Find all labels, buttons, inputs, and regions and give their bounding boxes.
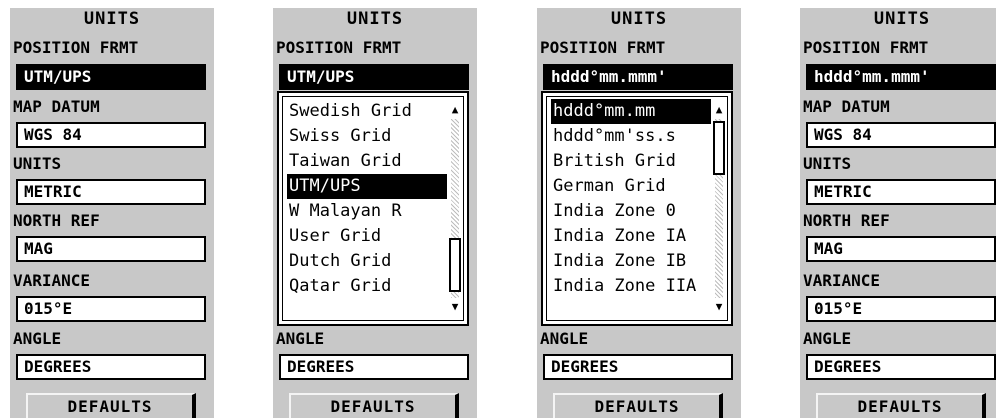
list-item[interactable]: Qatar Grid bbox=[287, 274, 447, 299]
position-format-label: POSITION FRMT bbox=[13, 38, 139, 57]
page-title: UNITS bbox=[873, 9, 931, 29]
variance-field[interactable]: 015°E bbox=[806, 296, 996, 322]
position-format-field[interactable]: hddd°mm.mmm' bbox=[806, 64, 996, 90]
scrollbar[interactable]: ▲ ▼ bbox=[713, 103, 725, 314]
dropdown-items: Swedish Grid Swiss Grid Taiwan Grid UTM/… bbox=[287, 99, 447, 299]
list-item[interactable]: India Zone 0 bbox=[551, 199, 711, 224]
defaults-button[interactable]: DEFAULTS bbox=[816, 393, 986, 418]
list-item[interactable]: Dutch Grid bbox=[287, 249, 447, 274]
defaults-button[interactable]: DEFAULTS bbox=[289, 393, 459, 418]
scroll-up-arrow-icon[interactable]: ▲ bbox=[449, 103, 461, 117]
list-item[interactable]: Swiss Grid bbox=[287, 124, 447, 149]
map-datum-label: MAP DATUM bbox=[13, 97, 100, 116]
list-item[interactable]: India Zone IB bbox=[551, 249, 711, 274]
list-item[interactable]: India Zone IIA bbox=[551, 274, 711, 299]
defaults-button[interactable]: DEFAULTS bbox=[553, 393, 723, 418]
position-format-label: POSITION FRMT bbox=[803, 38, 929, 57]
angle-field[interactable]: DEGREES bbox=[279, 354, 469, 380]
list-item[interactable]: German Grid bbox=[551, 174, 711, 199]
position-format-field[interactable]: UTM/UPS bbox=[279, 64, 469, 90]
list-item[interactable]: User Grid bbox=[287, 224, 447, 249]
list-item[interactable]: Taiwan Grid bbox=[287, 149, 447, 174]
dropdown-items: hddd°mm.mm hddd°mm'ss.s British Grid Ger… bbox=[551, 99, 711, 299]
position-format-dropdown[interactable]: Swedish Grid Swiss Grid Taiwan Grid UTM/… bbox=[277, 91, 469, 326]
list-item[interactable]: India Zone IA bbox=[551, 224, 711, 249]
variance-field[interactable]: 015°E bbox=[16, 296, 206, 322]
position-format-dropdown[interactable]: hddd°mm.mm hddd°mm'ss.s British Grid Ger… bbox=[541, 91, 733, 326]
position-format-field[interactable]: hddd°mm.mmm' bbox=[543, 64, 733, 90]
units-screen-2: UNITS POSITION FRMT UTM/UPS Swedish Grid… bbox=[273, 8, 477, 418]
angle-label: ANGLE bbox=[276, 329, 325, 348]
north-ref-label: NORTH REF bbox=[803, 211, 890, 230]
scroll-up-arrow-icon[interactable]: ▲ bbox=[713, 103, 725, 117]
angle-label: ANGLE bbox=[540, 329, 589, 348]
list-item-selected[interactable]: UTM/UPS bbox=[287, 174, 447, 199]
units-field[interactable]: METRIC bbox=[16, 179, 206, 205]
page-title: UNITS bbox=[346, 9, 404, 29]
map-datum-field[interactable]: WGS 84 bbox=[16, 122, 206, 148]
variance-label: VARIANCE bbox=[803, 271, 881, 290]
angle-label: ANGLE bbox=[13, 329, 62, 348]
list-item[interactable]: hddd°mm'ss.s bbox=[551, 124, 711, 149]
map-datum-label: MAP DATUM bbox=[803, 97, 890, 116]
units-field[interactable]: METRIC bbox=[806, 179, 996, 205]
units-label: UNITS bbox=[803, 154, 852, 173]
list-item-selected[interactable]: hddd°mm.mm bbox=[551, 99, 711, 124]
page-title: UNITS bbox=[610, 9, 668, 29]
units-screen-4: UNITS POSITION FRMT hddd°mm.mmm' MAP DAT… bbox=[800, 8, 996, 418]
list-item[interactable]: Swedish Grid bbox=[287, 99, 447, 124]
scrollbar[interactable]: ▲ ▼ bbox=[449, 103, 461, 314]
angle-field[interactable]: DEGREES bbox=[543, 354, 733, 380]
units-screen-1: UNITS POSITION FRMT UTM/UPS MAP DATUM WG… bbox=[10, 8, 214, 418]
north-ref-field[interactable]: MAG bbox=[806, 236, 996, 262]
angle-field[interactable]: DEGREES bbox=[806, 354, 996, 380]
position-format-label: POSITION FRMT bbox=[276, 38, 402, 57]
scrollbar-thumb[interactable] bbox=[449, 238, 461, 292]
north-ref-field[interactable]: MAG bbox=[16, 236, 206, 262]
list-item[interactable]: W Malayan R bbox=[287, 199, 447, 224]
variance-label: VARIANCE bbox=[13, 271, 91, 290]
position-format-field[interactable]: UTM/UPS bbox=[16, 64, 206, 90]
scrollbar-thumb[interactable] bbox=[713, 121, 725, 175]
units-label: UNITS bbox=[13, 154, 62, 173]
defaults-button[interactable]: DEFAULTS bbox=[26, 393, 196, 418]
list-item[interactable]: British Grid bbox=[551, 149, 711, 174]
map-datum-field[interactable]: WGS 84 bbox=[806, 122, 996, 148]
units-screen-3: UNITS POSITION FRMT hddd°mm.mmm' hddd°mm… bbox=[537, 8, 741, 418]
page-title: UNITS bbox=[83, 9, 141, 29]
angle-field[interactable]: DEGREES bbox=[16, 354, 206, 380]
north-ref-label: NORTH REF bbox=[13, 211, 100, 230]
angle-label: ANGLE bbox=[803, 329, 852, 348]
scroll-down-arrow-icon[interactable]: ▼ bbox=[713, 300, 725, 314]
scroll-down-arrow-icon[interactable]: ▼ bbox=[449, 300, 461, 314]
position-format-label: POSITION FRMT bbox=[540, 38, 666, 57]
